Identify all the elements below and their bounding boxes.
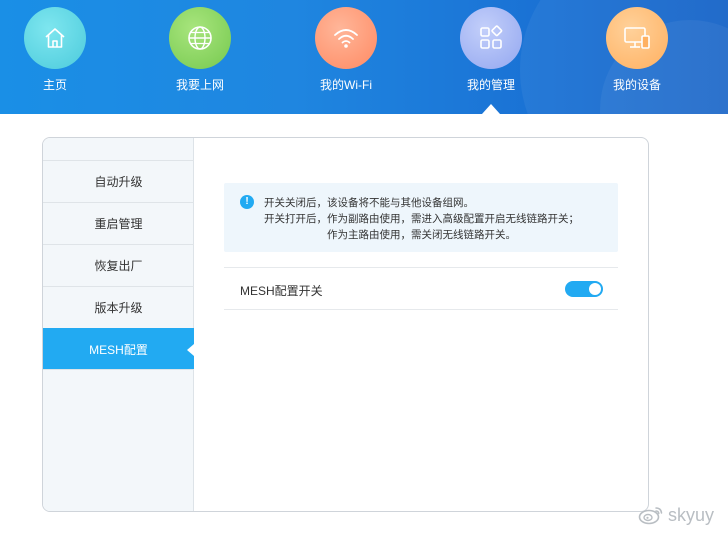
nav-item-label: 我要上网 [175,78,224,92]
nav-item-label: 主页 [42,78,67,92]
mesh-config-row: MESH配置开关 [224,267,618,310]
nav-icon-circle [606,7,668,69]
sidebar-item-reboot-management[interactable]: 重启管理 [43,202,194,244]
nav-icon-circle [315,7,377,69]
top-navigation-bar: 主页 我要上网 我的Wi-Fi 我的管理 我的设备 [0,0,728,114]
devices-icon [624,27,650,49]
info-icon: ! [240,195,254,209]
sidebar-item-firmware-upgrade[interactable]: 版本升级 [43,286,194,328]
settings-panel: 自动升级 重启管理 恢复出厂 版本升级 MESH配置 ! 开关关闭后，该设备将不… [42,137,649,512]
nav-item-wifi[interactable]: 我的Wi-Fi [296,0,396,114]
home-icon [45,28,65,48]
nav-item-label: 我的Wi-Fi [320,78,372,92]
nav-item-management[interactable]: 我的管理 [441,0,541,114]
nav-icon-circle [169,7,231,69]
nav-item-label: 我的设备 [612,78,661,92]
sidebar-item-label: MESH配置 [89,343,148,357]
content-area: ! 开关关闭后，该设备将不能与其他设备组网。 开关打开后，作为副路由使用，需进入… [195,138,648,511]
sidebar-item-label: 自动升级 [94,175,143,189]
sidebar-item-label: 版本升级 [94,301,143,315]
info-notice: ! 开关关闭后，该设备将不能与其他设备组网。 开关打开后，作为副路由使用，需进入… [224,183,618,252]
active-item-caret [187,344,194,356]
wifi-icon [334,29,358,48]
weibo-icon [638,507,663,525]
sidebar-divider [43,369,194,370]
sidebar: 自动升级 重启管理 恢复出厂 版本升级 MESH配置 [43,138,194,511]
mesh-toggle-switch[interactable] [565,281,603,297]
notice-line: 作为主路由使用，需关闭无线链路开关。 [327,229,516,241]
nav-item-devices[interactable]: 我的设备 [587,0,687,114]
toggle-knob [589,283,601,295]
watermark: skyuy [638,503,714,527]
nav-item-home[interactable]: 主页 [5,0,105,114]
nav-icon-circle [24,7,86,69]
notice-line: 开关关闭后，该设备将不能与其他设备组网。 [264,197,474,209]
globe-icon [188,26,212,50]
notice-line: 开关打开后，作为副路由使用，需进入高级配置开启无线链路开关； [264,213,579,225]
nav-item-internet[interactable]: 我要上网 [150,0,250,114]
sidebar-item-factory-reset[interactable]: 恢复出厂 [43,244,194,286]
sidebar-item-auto-upgrade[interactable]: 自动升级 [43,160,194,202]
active-indicator-caret [482,104,500,114]
nav-icon-circle [460,7,522,69]
sidebar-item-label: 重启管理 [94,217,143,231]
grid-apps-icon [480,25,503,49]
sidebar-item-label: 恢复出厂 [94,259,143,273]
watermark-text: skyuy [668,504,715,525]
mesh-switch-label: MESH配置开关 [240,284,323,298]
sidebar-item-mesh-config[interactable]: MESH配置 [43,328,194,369]
nav-item-label: 我的管理 [466,78,515,92]
